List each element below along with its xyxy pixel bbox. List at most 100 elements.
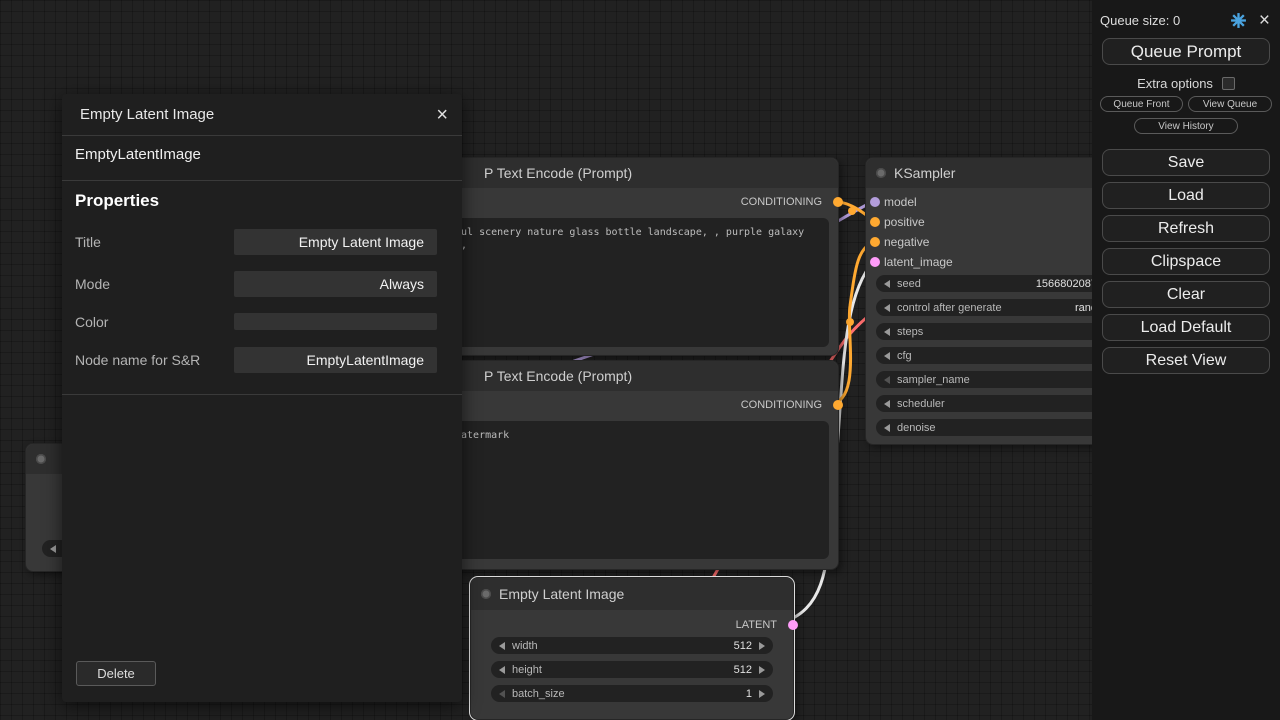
collapse-dot-icon[interactable] bbox=[481, 589, 491, 599]
node-header[interactable]: P Text Encode (Prompt) bbox=[438, 361, 838, 391]
output-slot-conditioning: CONDITIONING bbox=[438, 192, 838, 212]
increment-arrow-icon[interactable] bbox=[759, 666, 765, 674]
delete-button[interactable]: Delete bbox=[76, 661, 156, 686]
view-history-button[interactable]: View History bbox=[1134, 118, 1238, 134]
properties-section-title: Properties bbox=[75, 191, 159, 211]
collapse-dot-icon[interactable] bbox=[36, 454, 46, 464]
wire-midpoint-dot bbox=[846, 318, 854, 326]
decrement-arrow-icon[interactable] bbox=[499, 666, 505, 674]
widget-batch-size[interactable]: batch_size 1 bbox=[491, 685, 773, 702]
property-row-node-name-snr: Node name for S&R EmptyLatentImage bbox=[62, 347, 462, 373]
load-button[interactable]: Load bbox=[1102, 182, 1270, 209]
output-slot-conditioning: CONDITIONING bbox=[438, 395, 838, 415]
node-ksampler[interactable]: KSampler model positive negative latent_… bbox=[865, 157, 1129, 445]
input-slot-negative: negative bbox=[866, 232, 1128, 252]
clear-button[interactable]: Clear bbox=[1102, 281, 1270, 308]
prompt-textarea[interactable]: ful scenery nature glass bottle landscap… bbox=[447, 218, 829, 347]
refresh-button[interactable]: Refresh bbox=[1102, 215, 1270, 242]
node-graph-canvas[interactable]: P Text Encode (Prompt) CONDITIONING ful … bbox=[0, 0, 1280, 720]
node-header[interactable]: P Text Encode (Prompt) bbox=[438, 158, 838, 188]
decrement-arrow-icon[interactable] bbox=[884, 304, 890, 312]
property-row-color: Color bbox=[62, 309, 462, 335]
conditioning-input-dot[interactable] bbox=[870, 237, 880, 247]
reset-view-button[interactable]: Reset View bbox=[1102, 347, 1270, 374]
node-clip-text-encode-positive[interactable]: P Text Encode (Prompt) CONDITIONING ful … bbox=[437, 157, 839, 356]
widget-seed[interactable]: seed 1566802087 bbox=[876, 275, 1118, 292]
prompt-textarea[interactable]: watermark bbox=[447, 421, 829, 559]
load-default-button[interactable]: Load Default bbox=[1102, 314, 1270, 341]
collapse-dot-icon[interactable] bbox=[876, 168, 886, 178]
widget-height[interactable]: height 512 bbox=[491, 661, 773, 678]
node-title: Empty Latent Image bbox=[499, 586, 624, 602]
output-slot-label: CONDITIONING bbox=[741, 196, 822, 208]
widget-sampler-name[interactable]: sampler_name bbox=[876, 371, 1118, 388]
widget-scheduler[interactable]: scheduler bbox=[876, 395, 1118, 412]
mode-value-field[interactable]: Always bbox=[234, 271, 437, 297]
property-label: Color bbox=[75, 309, 108, 335]
property-row-mode: Mode Always bbox=[62, 271, 462, 297]
snr-value-field[interactable]: EmptyLatentImage bbox=[234, 347, 437, 373]
property-value: Always bbox=[380, 276, 424, 292]
close-icon[interactable]: × bbox=[1259, 11, 1270, 30]
view-queue-button[interactable]: View Queue bbox=[1188, 96, 1272, 112]
dialog-header: Empty Latent Image × bbox=[62, 94, 462, 136]
widget-control-after-generate[interactable]: control after generate rand bbox=[876, 299, 1118, 316]
color-value-field[interactable] bbox=[234, 313, 437, 330]
menu-header: Queue size: 0 × bbox=[1100, 10, 1270, 30]
divider bbox=[62, 394, 462, 395]
widget-cfg[interactable]: cfg bbox=[876, 347, 1118, 364]
conditioning-output-dot[interactable] bbox=[833, 400, 843, 410]
queue-prompt-button[interactable]: Queue Prompt bbox=[1102, 38, 1270, 65]
decrement-arrow-icon[interactable] bbox=[884, 280, 890, 288]
input-slot-label: positive bbox=[884, 215, 925, 229]
close-icon[interactable]: × bbox=[436, 105, 448, 125]
decrement-arrow-icon[interactable] bbox=[499, 642, 505, 650]
decrement-arrow-icon[interactable] bbox=[884, 352, 890, 360]
wire-midpoint-dot bbox=[848, 207, 856, 215]
divider bbox=[62, 180, 462, 181]
decrement-arrow-icon[interactable] bbox=[499, 690, 505, 698]
output-slot-label: CONDITIONING bbox=[741, 399, 822, 411]
extra-options-label: Extra options bbox=[1137, 76, 1213, 91]
conditioning-input-dot[interactable] bbox=[870, 217, 880, 227]
node-clip-text-encode-negative[interactable]: P Text Encode (Prompt) CONDITIONING wate… bbox=[437, 360, 839, 570]
increment-arrow-icon[interactable] bbox=[759, 690, 765, 698]
dialog-title: Empty Latent Image bbox=[80, 106, 214, 123]
input-slot-model: model bbox=[866, 192, 1128, 212]
latent-output-dot[interactable] bbox=[788, 620, 798, 630]
widget-denoise[interactable]: denoise bbox=[876, 419, 1118, 436]
widget-width[interactable]: width 512 bbox=[491, 637, 773, 654]
node-empty-latent-image[interactable]: Empty Latent Image LATENT width 512 heig… bbox=[470, 577, 794, 720]
property-label: Title bbox=[75, 229, 101, 255]
model-input-dot[interactable] bbox=[870, 197, 880, 207]
conditioning-output-dot[interactable] bbox=[833, 197, 843, 207]
decrement-arrow-icon[interactable] bbox=[50, 545, 56, 553]
node-title: P Text Encode (Prompt) bbox=[484, 165, 632, 181]
widget-steps[interactable]: steps bbox=[876, 323, 1118, 340]
settings-gear-icon[interactable] bbox=[1230, 12, 1247, 29]
input-slot-label: latent_image bbox=[884, 255, 953, 269]
decrement-arrow-icon[interactable] bbox=[884, 400, 890, 408]
clipspace-button[interactable]: Clipspace bbox=[1102, 248, 1270, 275]
node-properties-dialog: Empty Latent Image × EmptyLatentImage Pr… bbox=[62, 94, 462, 702]
queue-front-button[interactable]: Queue Front bbox=[1100, 96, 1183, 112]
extra-options-checkbox[interactable] bbox=[1222, 77, 1235, 90]
node-header[interactable]: Empty Latent Image bbox=[471, 578, 793, 610]
node-title: KSampler bbox=[894, 165, 955, 181]
property-value: EmptyLatentImage bbox=[306, 352, 424, 368]
input-slot-positive: positive bbox=[866, 212, 1128, 232]
decrement-arrow-icon[interactable] bbox=[884, 424, 890, 432]
node-title: P Text Encode (Prompt) bbox=[484, 368, 632, 384]
decrement-arrow-icon[interactable] bbox=[884, 376, 890, 384]
latent-input-dot[interactable] bbox=[870, 257, 880, 267]
comfy-menu-panel: Queue size: 0 × Queue Prompt Extra optio… bbox=[1092, 0, 1280, 720]
increment-arrow-icon[interactable] bbox=[759, 642, 765, 650]
title-value-field[interactable]: Empty Latent Image bbox=[234, 229, 437, 255]
node-header[interactable]: KSampler bbox=[866, 158, 1128, 188]
node-type-name: EmptyLatentImage bbox=[75, 146, 201, 163]
property-value: Empty Latent Image bbox=[299, 234, 424, 250]
save-button[interactable]: Save bbox=[1102, 149, 1270, 176]
input-slot-latent-image: latent_image bbox=[866, 252, 1128, 272]
extra-options-row: Extra options bbox=[1092, 76, 1280, 91]
decrement-arrow-icon[interactable] bbox=[884, 328, 890, 336]
